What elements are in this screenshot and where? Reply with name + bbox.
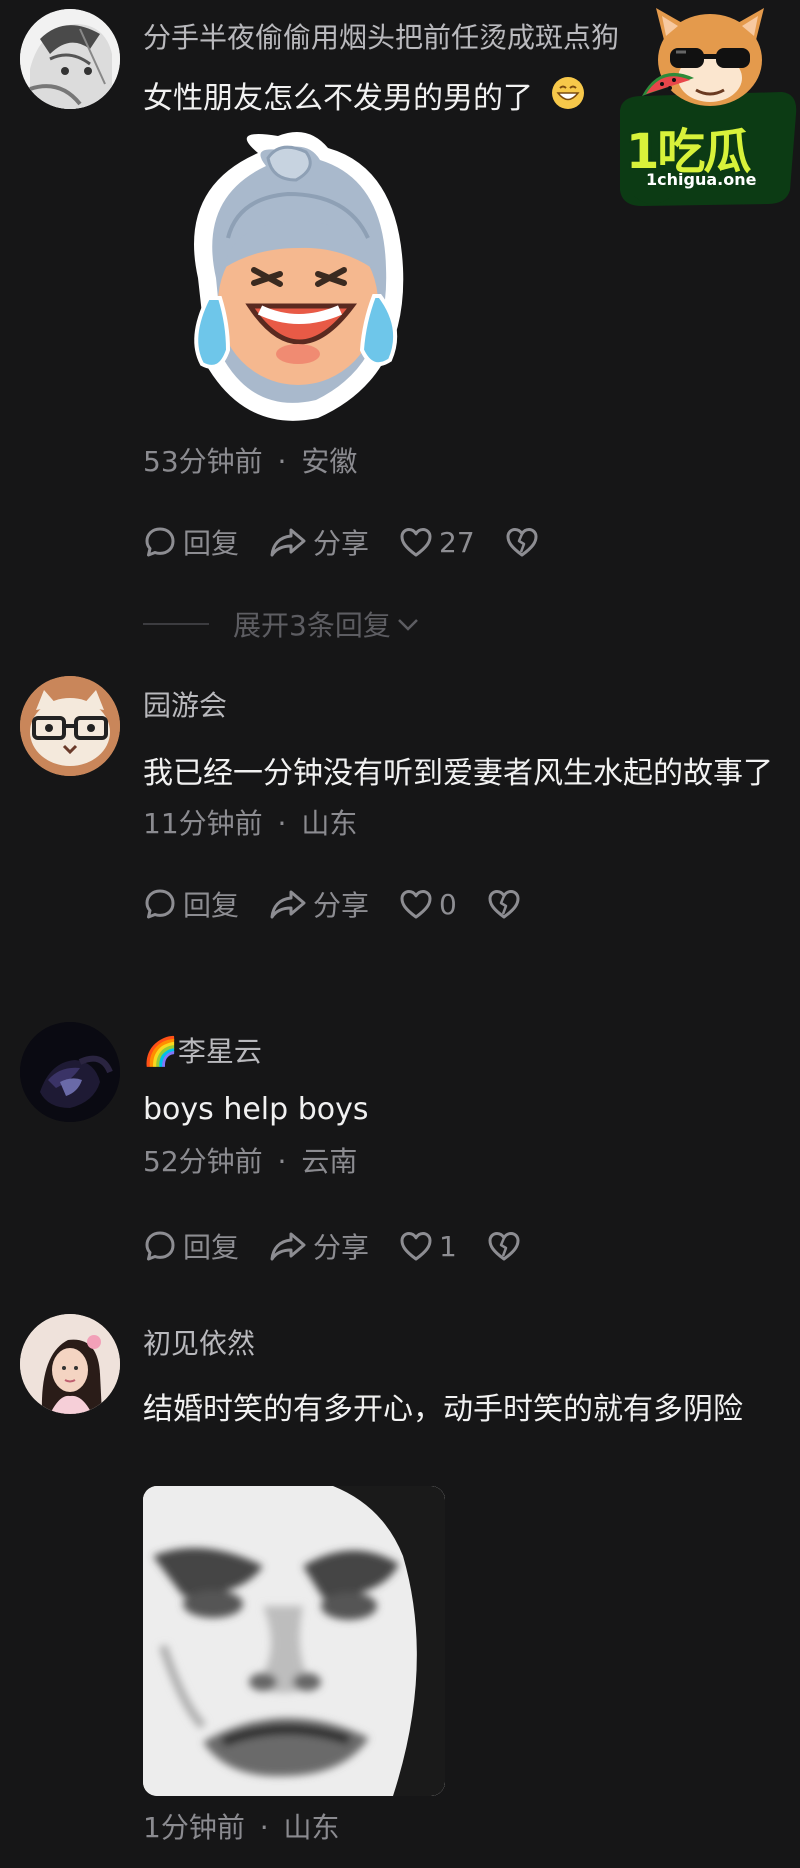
share-arrow-icon [270, 890, 306, 919]
comment-location: 安徽 [301, 445, 358, 478]
laughing-crying-sticker[interactable] [168, 128, 424, 428]
reply-button[interactable]: 回复 [143, 522, 239, 562]
meta-separator: · [277, 1145, 287, 1178]
reply-label: 回复 [183, 1231, 240, 1264]
expand-replies-button[interactable]: 展开3条回复 [143, 604, 421, 644]
share-label: 分享 [313, 527, 370, 560]
comment-actions: 回复 分享 1 [143, 1226, 780, 1266]
share-label: 分享 [313, 1231, 370, 1264]
comment-meta: 52分钟前 · 云南 [143, 1142, 780, 1182]
share-arrow-icon [270, 528, 306, 557]
broken-heart-icon [488, 890, 520, 919]
expand-divider [143, 623, 209, 625]
chat-bubble-icon [145, 527, 175, 557]
avatar[interactable] [20, 1022, 120, 1122]
like-button[interactable]: 0 [399, 888, 457, 921]
like-count: 27 [439, 525, 475, 559]
comment-actions: 回复 分享 27 [143, 522, 780, 562]
comment-author-name[interactable]: 初见依然 [143, 1324, 780, 1364]
reply-label: 回复 [183, 527, 240, 560]
dislike-button[interactable] [487, 1230, 521, 1262]
comment-author-name[interactable]: 园游会 [143, 686, 780, 726]
comment-text-body: 女性朋友怎么不发男的男的了 [143, 81, 533, 116]
comment-location: 山东 [283, 1811, 340, 1844]
comment-time: 11分钟前 [143, 807, 263, 840]
reply-button[interactable]: 回复 [143, 1226, 239, 1266]
chat-bubble-icon [145, 1231, 175, 1261]
heart-icon [400, 528, 432, 557]
reply-button[interactable]: 回复 [143, 884, 239, 924]
comment-actions: 回复 分享 0 [143, 884, 780, 924]
share-button[interactable]: 分享 [269, 1226, 369, 1266]
chevron-down-icon [397, 619, 418, 631]
watermark-logo: 1吃瓜 1chigua.one [612, 0, 800, 210]
comment-location: 山东 [301, 807, 358, 840]
like-button[interactable]: 27 [399, 526, 475, 559]
rainbow-badge-icon: 🌈 [143, 1035, 178, 1068]
comment-time: 52分钟前 [143, 1145, 263, 1178]
comment-meta: 1分钟前 · 山东 [143, 1808, 780, 1848]
like-count: 1 [439, 1229, 457, 1263]
watermark-site: 1chigua.one [646, 170, 757, 189]
share-label: 分享 [313, 889, 370, 922]
like-button[interactable]: 1 [399, 1230, 457, 1263]
comment-text: 结婚时笑的有多开心，动手时笑的就有多阴险 [143, 1392, 743, 1427]
chat-bubble-icon [145, 889, 175, 919]
share-button[interactable]: 分享 [269, 522, 369, 562]
comment-text: boys help boys [143, 1092, 369, 1127]
dislike-button[interactable] [487, 888, 521, 920]
meta-separator: · [277, 445, 287, 478]
heart-icon [400, 890, 432, 919]
avatar-image-manga [20, 9, 120, 109]
angry-face-meme[interactable] [143, 1486, 445, 1796]
broken-heart-icon [488, 1232, 520, 1261]
dislike-button[interactable] [505, 526, 539, 558]
comment-meta: 53分钟前 · 安徽 [143, 442, 780, 482]
comment-time: 1分钟前 [143, 1811, 245, 1844]
share-button[interactable]: 分享 [269, 884, 369, 924]
meta-separator: · [259, 1811, 269, 1844]
avatar[interactable] [20, 676, 120, 776]
avatar[interactable] [20, 9, 120, 109]
like-count: 0 [439, 887, 457, 921]
comment-location: 云南 [301, 1145, 358, 1178]
heart-icon [400, 1232, 432, 1261]
reply-label: 回复 [183, 889, 240, 922]
avatar-image-dark-portrait [20, 1022, 120, 1122]
comment-time: 53分钟前 [143, 445, 263, 478]
share-arrow-icon [270, 1232, 306, 1261]
avatar[interactable] [20, 1314, 120, 1414]
broken-heart-icon [506, 528, 538, 557]
avatar-image-glasses-cat [20, 676, 120, 776]
comment-meta: 11分钟前 · 山东 [143, 804, 780, 844]
avatar-image-girl-portrait [20, 1314, 120, 1414]
expand-replies-label: 展开3条回复 [233, 609, 391, 642]
meta-separator: · [277, 807, 287, 840]
author-name-text: 李星云 [177, 1035, 262, 1068]
comment-text: 我已经一分钟没有听到爱妻者风生水起的故事了 [143, 756, 773, 791]
grin-emoji-icon [551, 76, 585, 123]
comment-author-name[interactable]: 🌈李星云 [143, 1032, 780, 1072]
